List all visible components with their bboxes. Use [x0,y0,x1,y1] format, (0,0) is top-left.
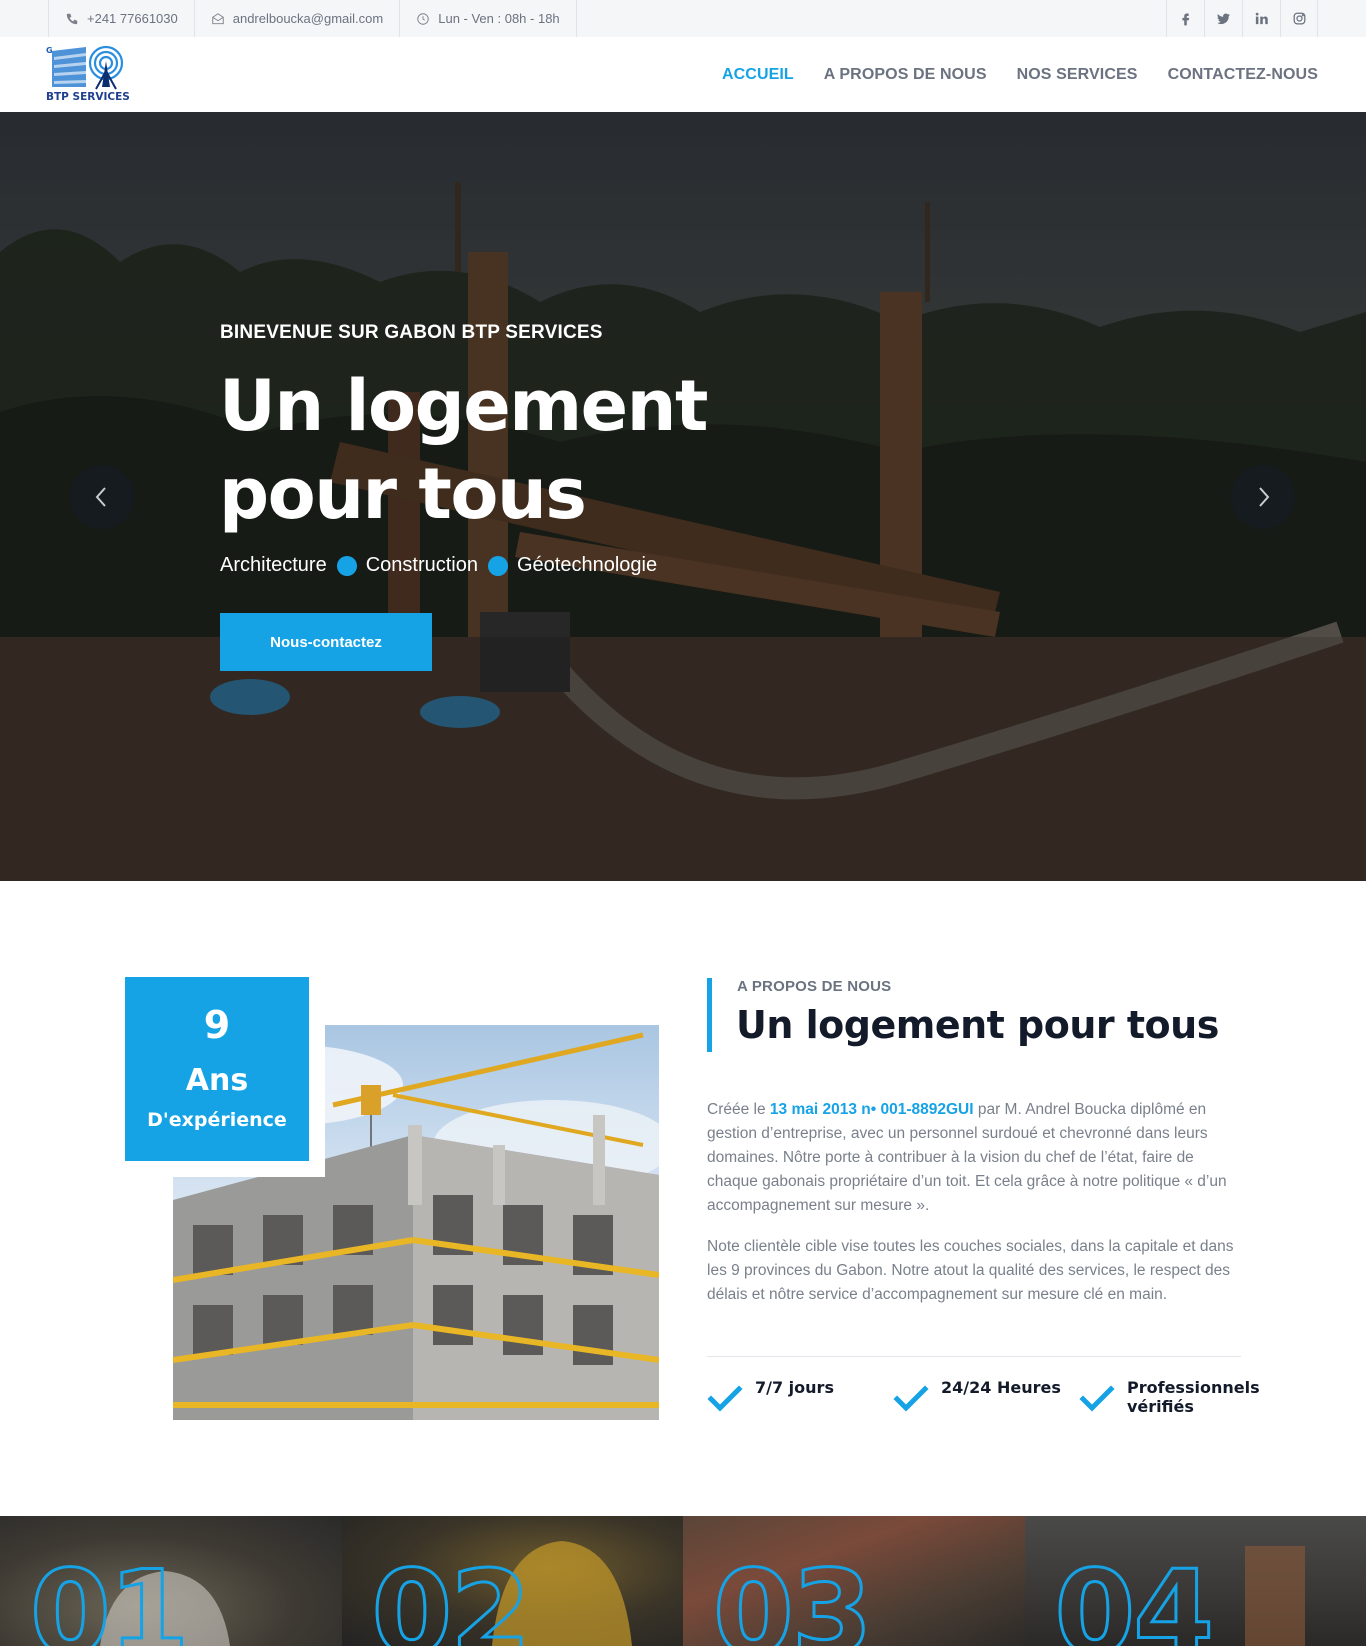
phone-contact[interactable]: +241 77661030 [48,0,194,37]
about-eyebrow: A PROPOS DE NOUS [737,978,892,995]
social-links [1166,0,1318,37]
nav-item-accueil[interactable]: ACCUEIL [722,66,794,84]
checkmark-icon [707,1385,743,1412]
nav-item-services[interactable]: NOS SERVICES [1017,66,1138,84]
service-tile[interactable]: 02 [341,1516,683,1646]
experience-unit: Ans [185,1063,249,1098]
hours-text: Lun - Ven : 08h - 18h [438,11,560,26]
checkmark-icon [893,1385,929,1412]
tool-icon [1244,1546,1305,1646]
envelope-icon [212,12,224,24]
email-address: andrelboucka@gmail.com [232,11,384,26]
linkedin-icon[interactable] [1242,0,1280,37]
nav-item-a-propos[interactable]: A PROPOS DE NOUS [824,66,987,84]
chevron-left-icon [95,487,106,507]
experience-label: D'expérience [147,1109,287,1131]
experience-badge: 9 Ans D'expérience [125,977,309,1161]
service-number: 03 [711,1545,873,1646]
service-tile[interactable]: 04 [1024,1516,1366,1646]
registration-highlight: 13 mai 2013 n• 001-8892GUI [769,1101,974,1118]
slider-next-button[interactable] [1231,465,1295,529]
feature-label: 24/24 Heures [941,1378,1061,1397]
service-number: 01 [28,1545,190,1646]
hero-tag: Architecture [220,554,327,576]
nav-item-contact[interactable]: CONTACTEZ-NOUS [1168,66,1318,84]
hero-eyebrow: BINEVENUE SUR GABON BTP SERVICES [220,322,603,343]
feature-label: Professionnels vérifiés [1127,1378,1260,1416]
chevron-right-icon [1259,487,1270,507]
experience-number: 9 [203,1003,231,1047]
main-navbar: G BTP SERVICES ACCUEIL A PROPOS DE NOUS … [0,37,1366,112]
title-accent-bar [707,978,712,1052]
contact-us-button[interactable]: Nous-contactez [220,613,432,671]
feature-item: 7/7 jours [707,1378,834,1413]
hero-tag: Géotechnologie [517,554,658,576]
email-contact[interactable]: andrelboucka@gmail.com [193,0,400,37]
hero-tag: Construction [365,554,478,576]
feature-item: 24/24 Heures [893,1378,1061,1413]
service-number: 04 [1053,1545,1215,1646]
hero-title: Un logement pour tous [219,362,779,538]
instagram-icon[interactable] [1280,0,1318,37]
svg-text:BTP SERVICES: BTP SERVICES [46,91,130,103]
gabon-btp-logo[interactable]: G BTP SERVICES [46,43,130,105]
service-number: 02 [370,1545,532,1646]
slider-prev-button[interactable] [70,465,134,529]
facebook-icon[interactable] [1166,0,1204,37]
main-menu: ACCUEIL A PROPOS DE NOUS NOS SERVICES CO… [692,37,1318,112]
hero-title-line2: pour tous [219,453,587,535]
service-tile[interactable]: 01 [0,1516,342,1646]
divider [707,1356,1241,1357]
top-info-bar: +241 77661030 andrelboucka@gmail.com Lun… [0,0,1366,37]
svg-text:G: G [46,46,53,55]
services-strip: 01 02 03 04 [0,1516,1366,1646]
twitter-icon[interactable] [1204,0,1242,37]
clock-icon [417,12,429,25]
phone-icon [66,13,78,24]
bullet-dot-icon [488,555,508,576]
feature-label: 7/7 jours [755,1378,834,1397]
bullet-dot-icon [336,555,357,576]
about-title: Un logement pour tous [736,1003,1219,1047]
service-tile[interactable]: 03 [683,1516,1025,1646]
phone-number: +241 77661030 [87,11,178,26]
hero-slider: BINEVENUE SUR GABON BTP SERVICES Un loge… [0,112,1366,881]
feature-item: Professionnels vérifiés [1079,1378,1260,1416]
hero-tags: Architecture Construction Géotechnologie [220,554,657,577]
about-paragraph-1: Créée le 13 mai 2013 n• 001-8892GUI par … [707,1101,1227,1214]
about-paragraph-2: Note clientèle cible vise toutes les cou… [707,1238,1234,1303]
checkmark-icon [1079,1385,1115,1412]
hero-title-line1: Un logement [219,365,708,447]
opening-hours: Lun - Ven : 08h - 18h [399,0,577,37]
